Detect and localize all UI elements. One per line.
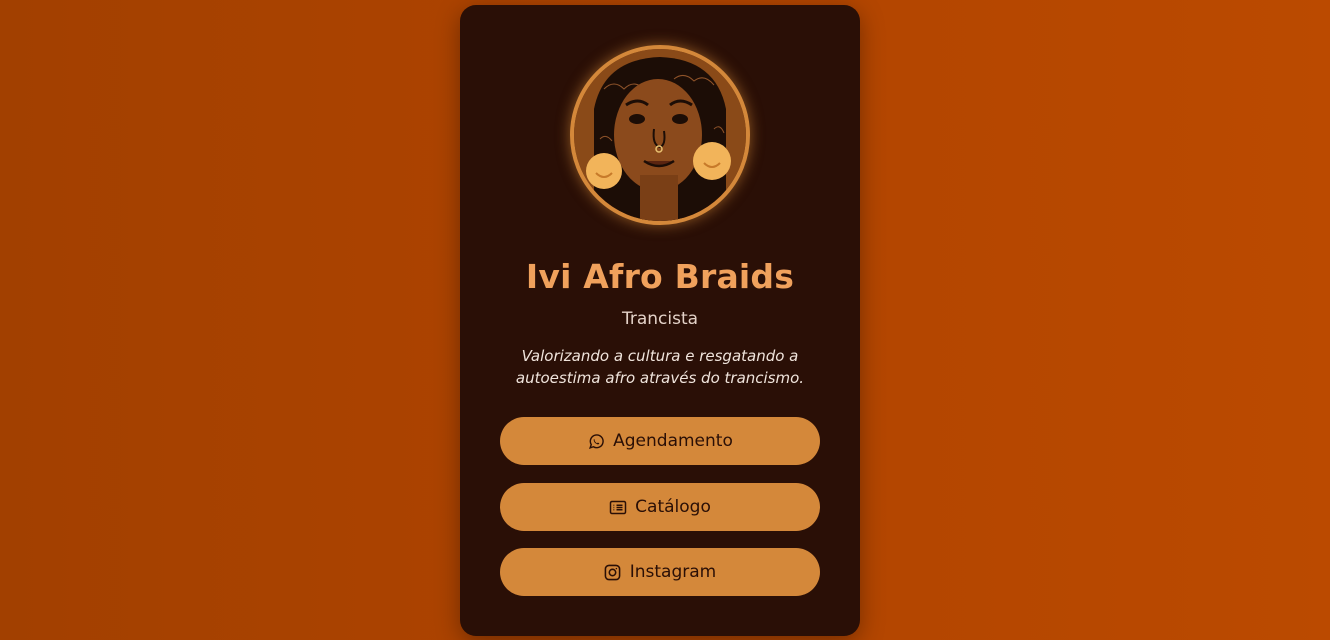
- profile-bio: Valorizando a cultura e resgatando a aut…: [515, 347, 805, 387]
- list-icon: [609, 498, 627, 516]
- instagram-label: Instagram: [629, 562, 717, 582]
- whatsapp-icon: [587, 432, 605, 450]
- avatar: [570, 45, 750, 225]
- instagram-button[interactable]: Instagram: [500, 548, 820, 596]
- profile-name: Ivi Afro Braids: [525, 257, 795, 296]
- agendamento-button[interactable]: Agendamento: [500, 417, 820, 465]
- avatar-illustration: [574, 49, 746, 221]
- catalogo-label: Catálogo: [635, 497, 711, 517]
- profile-card: Ivi Afro Braids Trancista Valorizando a …: [460, 5, 860, 636]
- catalogo-button[interactable]: Catálogo: [500, 483, 820, 531]
- profile-role: Trancista: [621, 309, 699, 329]
- agendamento-label: Agendamento: [613, 431, 733, 451]
- instagram-icon: [604, 563, 622, 581]
